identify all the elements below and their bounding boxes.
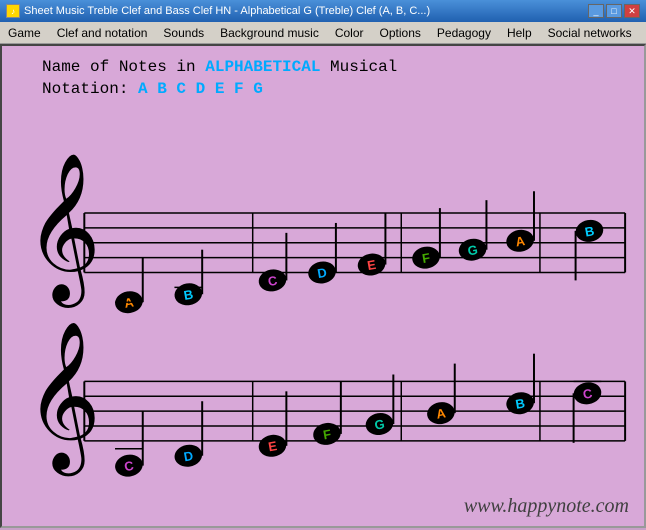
svg-text:𝄞: 𝄞: [25, 323, 101, 477]
title-bar-left: ♪ Sheet Music Treble Clef and Bass Clef …: [6, 4, 430, 18]
music-notation: 𝄞 𝄞 A B C D E F G: [12, 114, 638, 530]
title-notes: A B C D E F G: [138, 80, 263, 98]
title-prefix: Name of Notes in: [42, 58, 205, 76]
maximize-button[interactable]: □: [606, 4, 622, 18]
title-notation: Notation:: [42, 80, 138, 98]
website-url: www.happynote.com: [464, 495, 629, 518]
svg-text:𝄞: 𝄞: [25, 154, 101, 308]
menu-sounds[interactable]: Sounds: [155, 24, 212, 42]
window-controls: _ □ ✕: [588, 4, 640, 18]
menu-social[interactable]: Social networks: [540, 24, 640, 42]
menu-background-music[interactable]: Background music: [212, 24, 327, 42]
menu-bar: Game Clef and notation Sounds Background…: [0, 22, 646, 44]
title-alphabetical: ALPHABETICAL: [205, 58, 320, 76]
menu-clef[interactable]: Clef and notation: [49, 24, 156, 42]
main-content: Name of Notes in ALPHABETICAL Musical No…: [0, 44, 646, 528]
menu-options[interactable]: Options: [372, 24, 429, 42]
title-musical: Musical: [320, 58, 397, 76]
menu-game[interactable]: Game: [0, 24, 49, 42]
app-icon: ♪: [6, 4, 20, 18]
close-button[interactable]: ✕: [624, 4, 640, 18]
window-title: Sheet Music Treble Clef and Bass Clef HN…: [24, 5, 430, 17]
minimize-button[interactable]: _: [588, 4, 604, 18]
title-bar: ♪ Sheet Music Treble Clef and Bass Clef …: [0, 0, 646, 22]
menu-color[interactable]: Color: [327, 24, 372, 42]
menu-help[interactable]: Help: [499, 24, 540, 42]
menu-pedagogy[interactable]: Pedagogy: [429, 24, 499, 42]
notation-title: Name of Notes in ALPHABETICAL Musical No…: [42, 56, 397, 101]
